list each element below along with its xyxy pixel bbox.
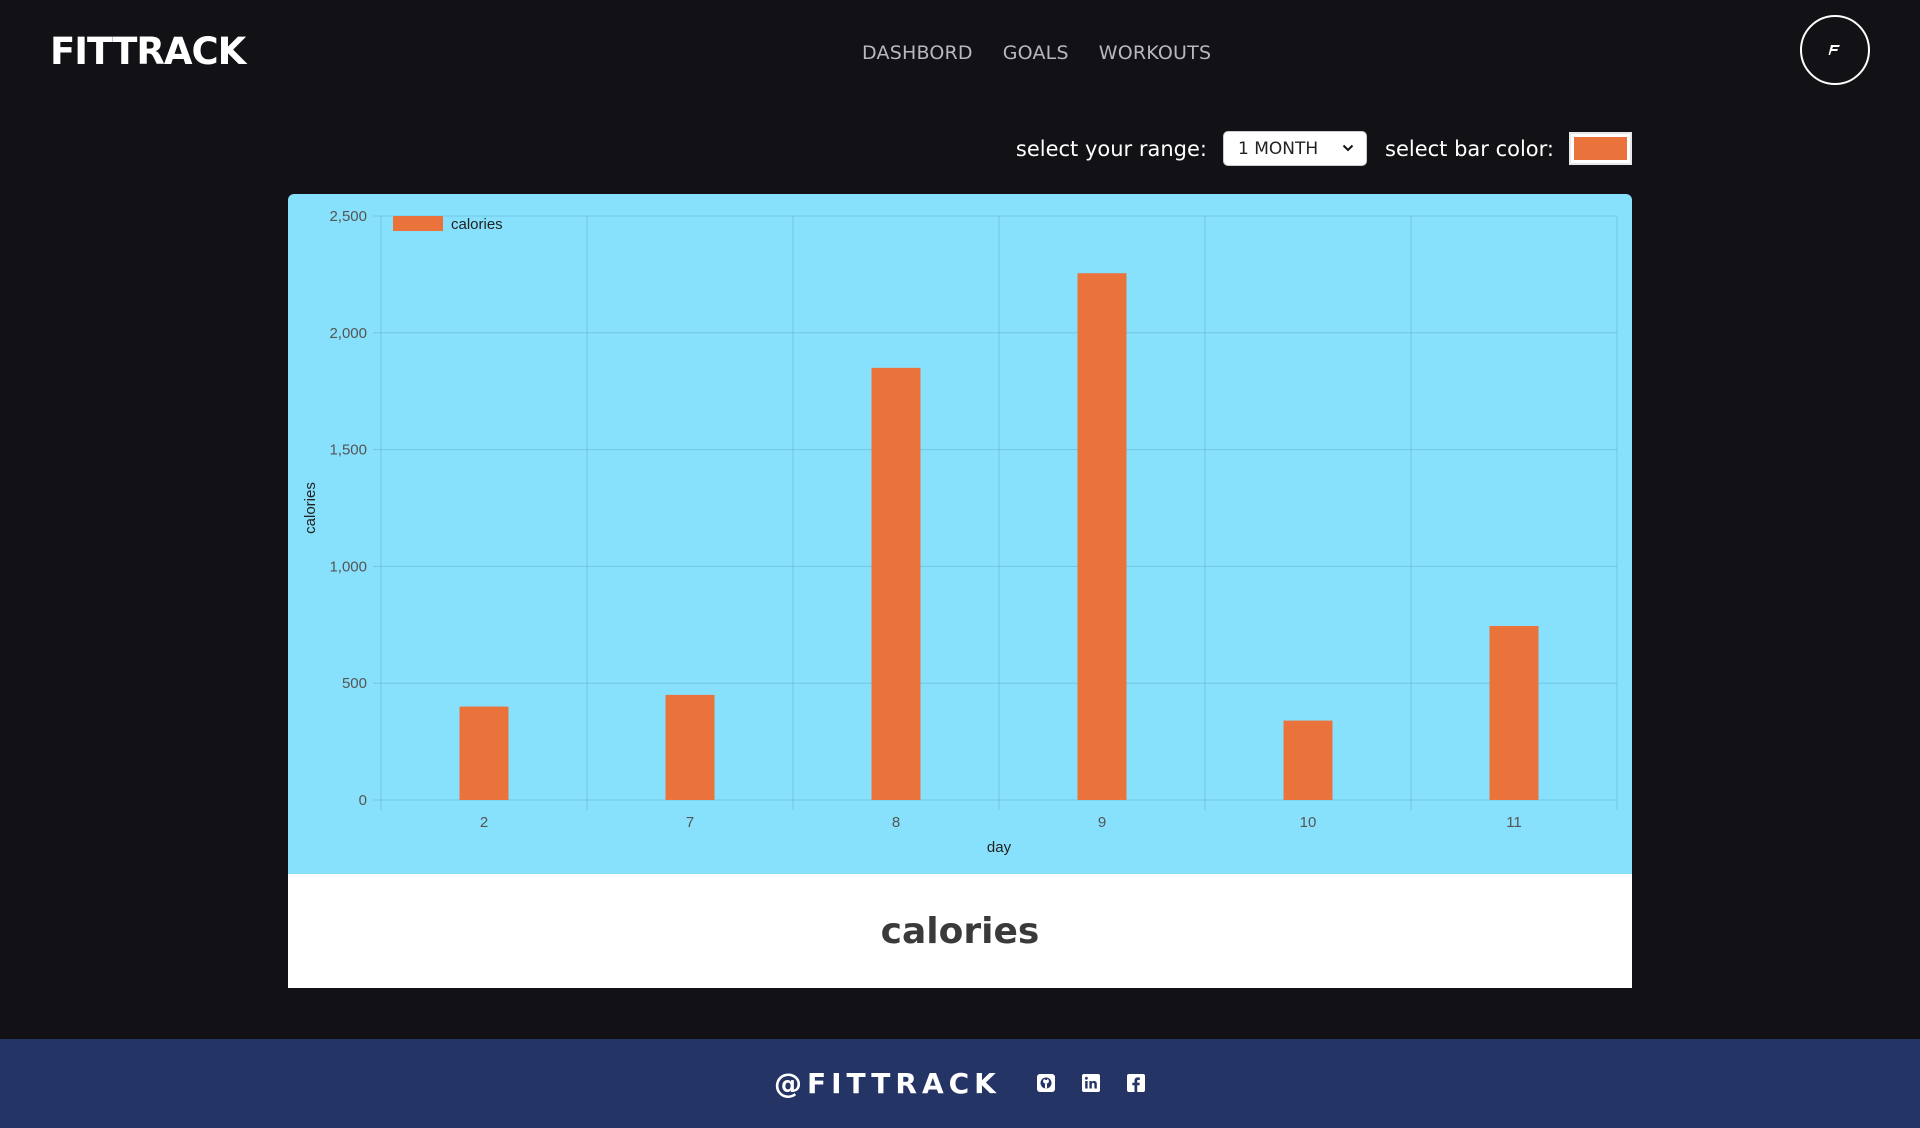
github-icon[interactable] (1036, 1073, 1056, 1093)
y-tick-label: 1,000 (329, 558, 367, 575)
y-tick-label: 1,500 (329, 442, 367, 459)
bar-color-picker[interactable] (1569, 132, 1632, 165)
x-tick-label: 11 (1506, 814, 1522, 831)
bar-8 (871, 367, 921, 800)
linkedin-icon[interactable] (1081, 1073, 1101, 1093)
main-nav: DASHBORD GOALS WORKOUTS (862, 42, 1211, 64)
bar-10 (1283, 720, 1333, 800)
range-label: select your range: (1015, 136, 1207, 161)
brand-f-icon (1828, 45, 1840, 55)
header: FITTRACK DASHBORD GOALS WORKOUTS (0, 0, 1920, 106)
nav-goals-link[interactable]: GOALS (1003, 42, 1069, 64)
x-tick-label: 8 (892, 814, 900, 831)
range-select[interactable]: 1 MONTH (1223, 131, 1367, 166)
chart-controls: select your range: 1 MONTH select bar co… (1016, 131, 1632, 166)
y-tick-label: 2,000 (329, 325, 367, 342)
bar-color-fill (1574, 137, 1627, 160)
y-tick-label: 0 (359, 792, 367, 809)
profile-avatar-button[interactable] (1800, 15, 1870, 85)
facebook-icon[interactable] (1126, 1073, 1146, 1093)
x-tick-label: 10 (1300, 814, 1317, 831)
app-logo[interactable]: FITTRACK (50, 30, 246, 73)
legend-swatch (393, 216, 443, 231)
legend-label: calories (451, 216, 503, 233)
chart-caption: calories (288, 874, 1632, 988)
y-tick-label: 2,500 (329, 208, 367, 225)
chevron-down-icon (1342, 144, 1354, 152)
x-tick-label: 7 (686, 814, 694, 831)
bar-7 (665, 694, 715, 800)
nav-dashboard-link[interactable]: DASHBORD (862, 42, 973, 64)
bar-9 (1077, 273, 1127, 800)
range-select-value: 1 MONTH (1238, 138, 1319, 159)
chart-caption-title: calories (880, 910, 1040, 952)
x-tick-label: 9 (1098, 814, 1106, 831)
x-axis-title: day (987, 839, 1012, 856)
chart-card: 0 500 1,000 1,500 2,000 2,500 2 7 8 9 10 11 day calor… (288, 194, 1632, 874)
footer-handle: @FITTRACK (774, 1067, 1001, 1100)
color-label: select bar color: (1385, 136, 1554, 161)
calories-bar-chart: 0 500 1,000 1,500 2,000 2,500 2 7 8 9 10 11 day calor… (302, 208, 1618, 856)
bar-11 (1489, 625, 1539, 800)
footer: @FITTRACK (0, 1039, 1920, 1128)
bar-2 (459, 706, 509, 800)
y-axis-title: calories (302, 482, 319, 534)
y-tick-label: 500 (342, 675, 367, 692)
x-tick-label: 2 (480, 814, 488, 831)
nav-workouts-link[interactable]: WORKOUTS (1099, 42, 1212, 64)
